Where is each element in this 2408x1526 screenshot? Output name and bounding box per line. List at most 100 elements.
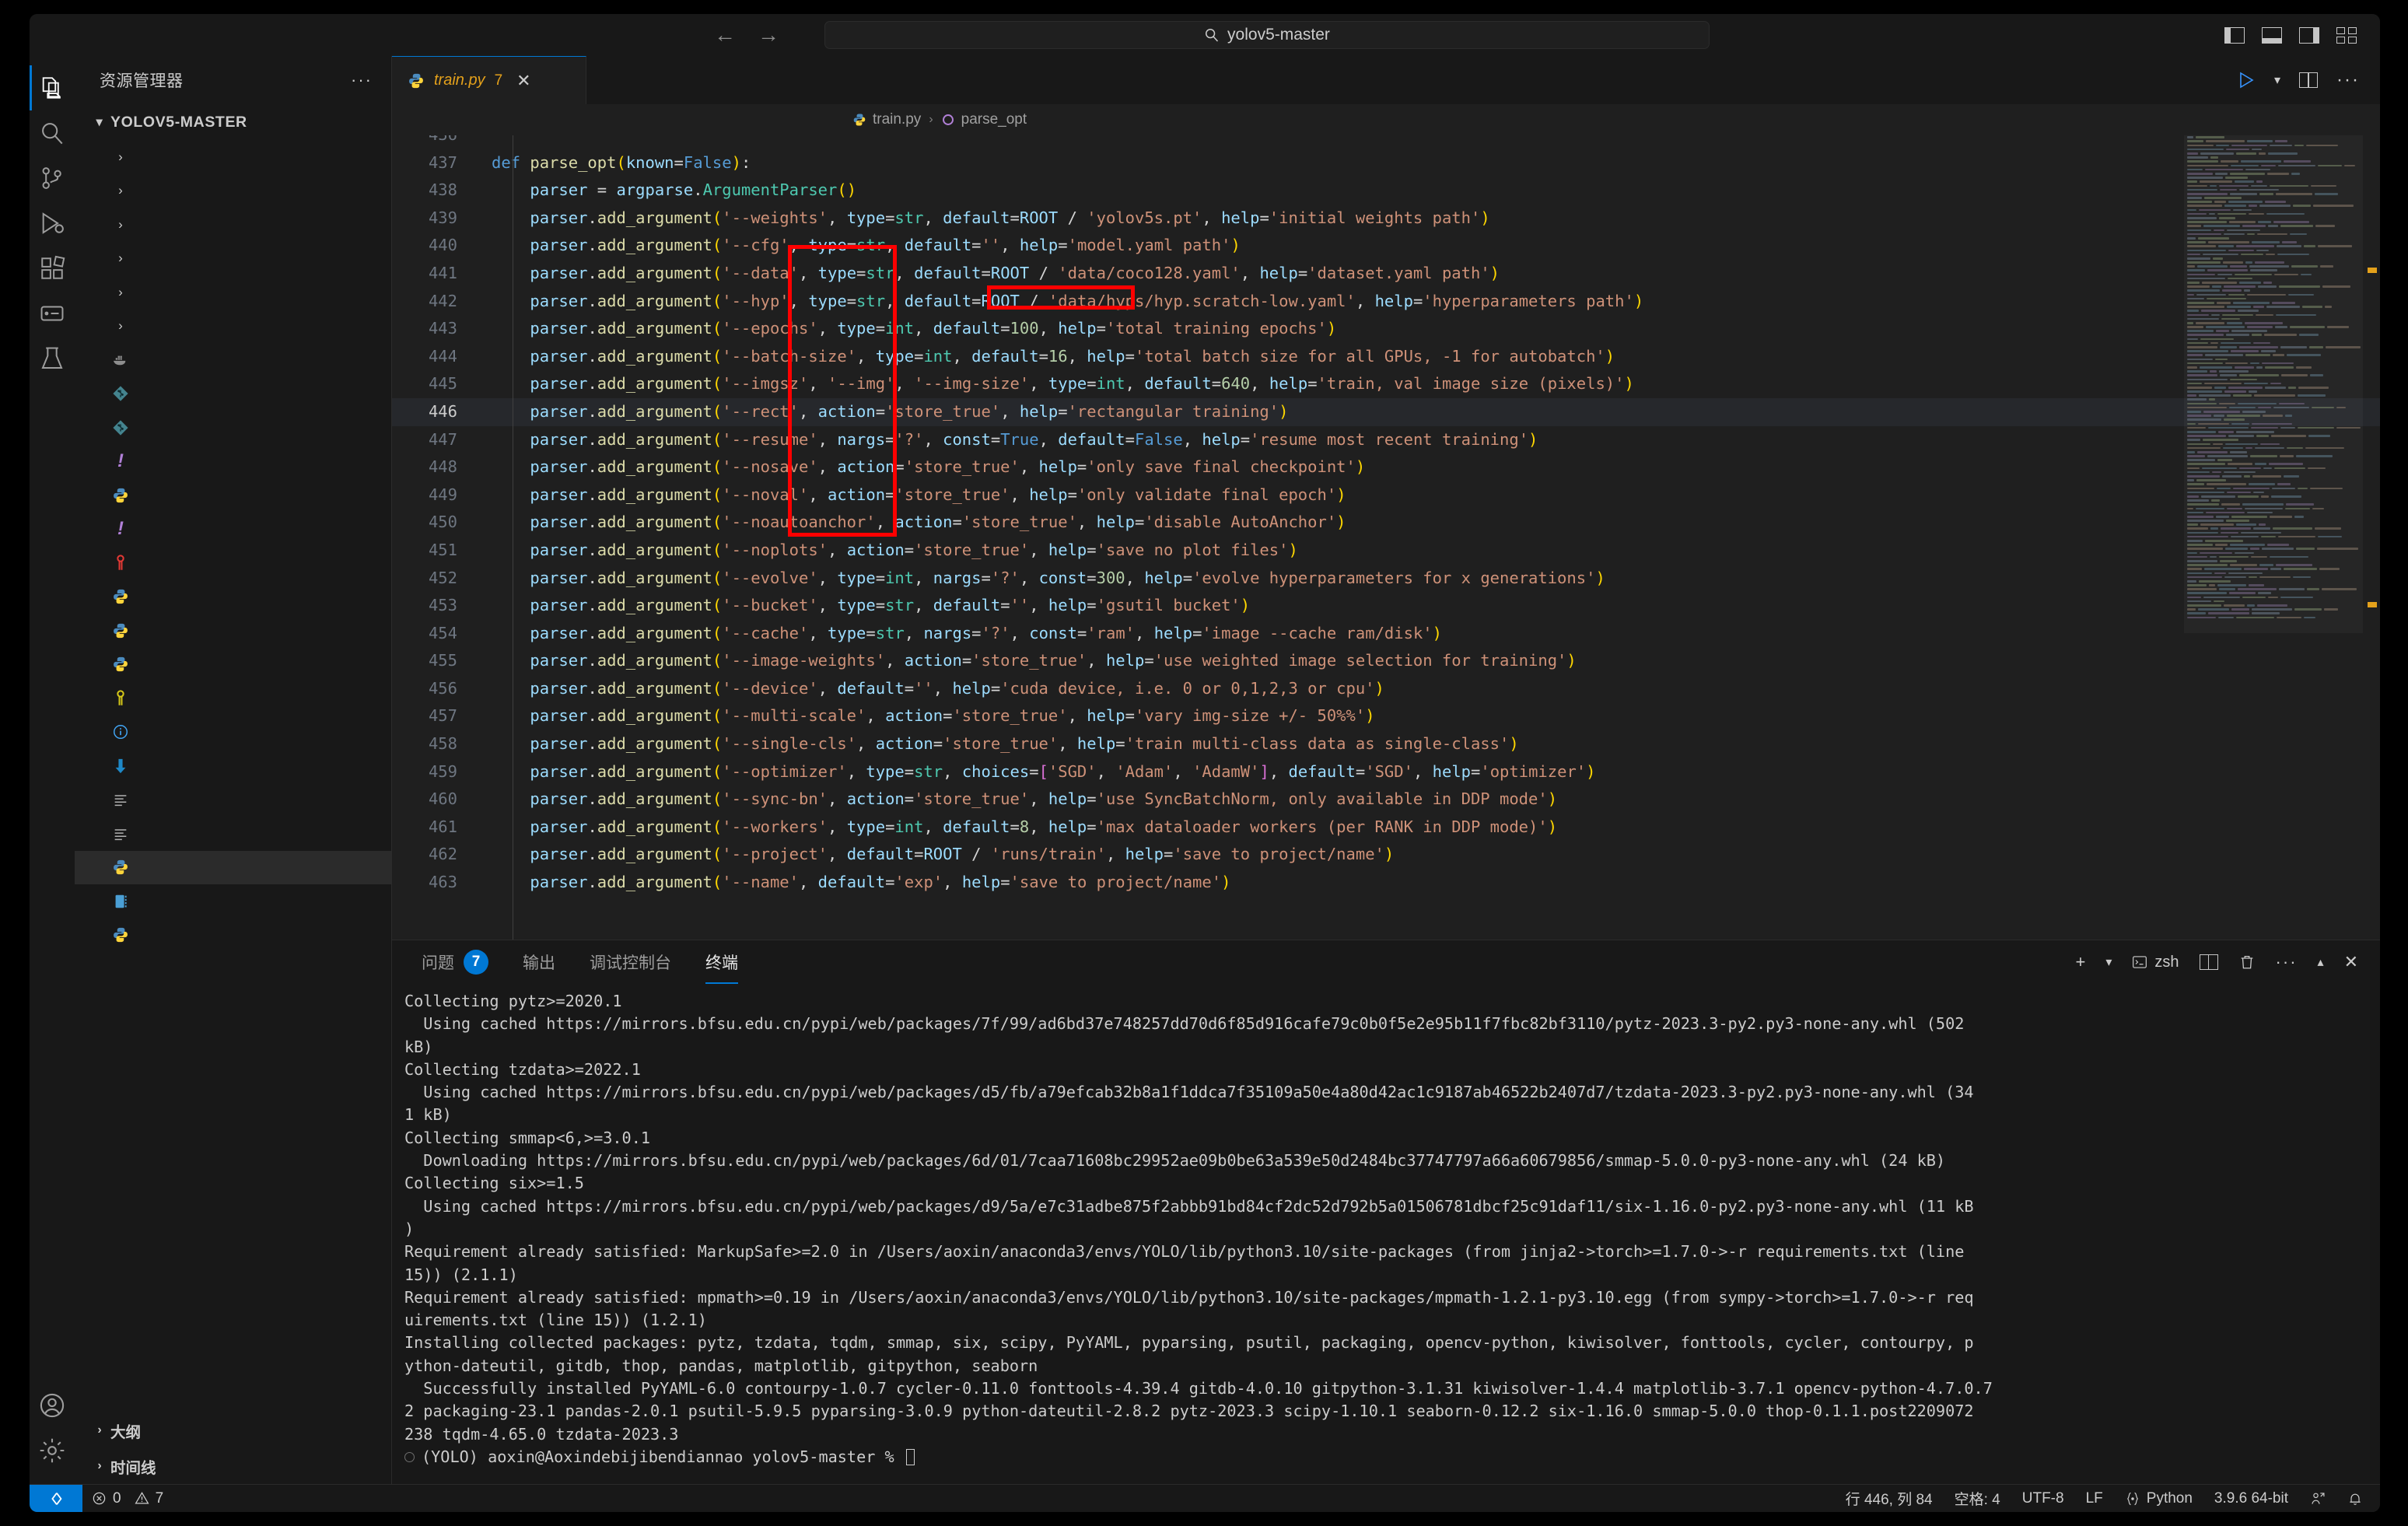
tab-train-py[interactable]: train.py 7 ✕ (392, 56, 586, 104)
trash-icon[interactable] (2238, 954, 2256, 971)
code-line-442[interactable]: 442 parser.add_argument('--hyp', type=st… (392, 288, 2380, 316)
status-eol[interactable]: LF (2075, 1485, 2114, 1513)
line-content[interactable]: parser.add_argument('--workers', type=in… (485, 814, 2380, 842)
line-content[interactable]: def parse_opt(known=False): (485, 149, 2380, 177)
tree-item-models[interactable]: › (75, 242, 391, 276)
line-content[interactable]: parser.add_argument('--epochs', type=int… (485, 315, 2380, 343)
code-line-461[interactable]: 461 parser.add_argument('--workers', typ… (392, 814, 2380, 842)
tree-item-tutorial-ipynb[interactable] (75, 884, 391, 919)
line-content[interactable]: parser.add_argument('--evolve', type=int… (485, 565, 2380, 593)
status-problems[interactable]: 0 7 (82, 1485, 173, 1513)
breadcrumb-item-file[interactable]: train.py (852, 111, 921, 128)
status-language-mode[interactable]: Python (2114, 1485, 2203, 1513)
line-content[interactable]: parser.add_argument('--image-weights', a… (485, 647, 2380, 675)
sidebar-item-explorer[interactable] (30, 65, 75, 110)
code-line-443[interactable]: 443 parser.add_argument('--epochs', type… (392, 315, 2380, 343)
status-encoding[interactable]: UTF-8 (2011, 1485, 2075, 1513)
code-line-438[interactable]: 438 parser = argparse.ArgumentParser() (392, 177, 2380, 205)
customize-layout-icon[interactable] (2336, 26, 2357, 44)
status-notifications[interactable] (2336, 1485, 2380, 1513)
code-editor[interactable]: 436437def parse_opt(known=False):438 par… (392, 135, 2380, 940)
code-line-441[interactable]: 441 parser.add_argument('--data', type=s… (392, 260, 2380, 288)
panel-tab-output[interactable]: 输出 (506, 940, 572, 984)
code-line-447[interactable]: 447 parser.add_argument('--resume', narg… (392, 426, 2380, 454)
status-indentation[interactable]: 空格: 4 (1944, 1485, 2011, 1513)
tree-item-requirements-txt[interactable] (75, 783, 391, 817)
tree-item--pre-commit-config-yaml[interactable]: ! (75, 445, 391, 479)
toggle-panel-icon[interactable] (2262, 26, 2282, 44)
code-line-445[interactable]: 445 parser.add_argument('--imgsz', '--im… (392, 370, 2380, 398)
tree-item--github[interactable]: › (75, 140, 391, 174)
tree-item--gitignore[interactable] (75, 411, 391, 445)
tree-item-val-py[interactable] (75, 919, 391, 953)
sidebar-item-search[interactable] (30, 110, 75, 156)
file-tree[interactable]: › › › › › ›!! (75, 140, 391, 1412)
line-content[interactable]: parser.add_argument('--hyp', type=str, d… (485, 288, 2380, 316)
code-line-462[interactable]: 462 parser.add_argument('--project', def… (392, 841, 2380, 869)
tree-item-benchmarks-py[interactable] (75, 478, 391, 513)
code-line-459[interactable]: 459 parser.add_argument('--optimizer', t… (392, 758, 2380, 786)
sidebar-item-source-control[interactable] (30, 156, 75, 201)
code-line-440[interactable]: 440 parser.add_argument('--cfg', type=st… (392, 232, 2380, 260)
minimap[interactable] (2184, 135, 2363, 940)
line-content[interactable]: parser.add_argument('--data', type=str, … (485, 260, 2380, 288)
line-content[interactable]: parser.add_argument('--cfg', type=str, d… (485, 232, 2380, 260)
code-scroll-container[interactable]: 436437def parse_opt(known=False):438 par… (392, 135, 2380, 940)
chevron-up-icon[interactable]: ▴ (2318, 954, 2324, 970)
tree-item-readme-zh-cn-md[interactable] (75, 749, 391, 783)
status-cursor-position[interactable]: 行 446, 列 84 (1835, 1485, 1944, 1513)
sidebar-item-extensions[interactable] (30, 246, 75, 291)
code-line-451[interactable]: 451 parser.add_argument('--noplots', act… (392, 537, 2380, 565)
code-line-457[interactable]: 457 parser.add_argument('--multi-scale',… (392, 702, 2380, 730)
play-icon[interactable] (2237, 71, 2256, 89)
terminal-view[interactable]: Collecting pytz>=2020.1 Using cached htt… (392, 984, 2380, 1484)
line-content[interactable]: parser.add_argument('--single-cls', acti… (485, 730, 2380, 758)
ellipsis-icon[interactable]: ··· (2336, 69, 2360, 91)
panel-tab-terminal[interactable]: 终端 (688, 940, 755, 984)
terminal-prompt-line[interactable]: (YOLO) aoxin@Aoxindebijibendiannao yolov… (404, 1446, 2380, 1468)
line-content[interactable]: parser.add_argument('--nosave', action='… (485, 453, 2380, 481)
back-icon[interactable]: ← (714, 24, 736, 46)
line-content[interactable]: parser.add_argument('--optimizer', type=… (485, 758, 2380, 786)
code-line-439[interactable]: 439 parser.add_argument('--weights', typ… (392, 205, 2380, 233)
status-feedback[interactable] (2299, 1485, 2336, 1513)
panel-tab-debug-console[interactable]: 调试控制台 (572, 940, 688, 984)
accounts-button[interactable] (30, 1383, 75, 1428)
line-content[interactable]: parser = argparse.ArgumentParser() (485, 177, 2380, 205)
tree-item--dockerignore[interactable] (75, 343, 391, 377)
code-line-449[interactable]: 449 parser.add_argument('--noval', actio… (392, 481, 2380, 509)
breadcrumb-item-symbol[interactable]: parse_opt (941, 111, 1027, 128)
chevron-down-icon[interactable]: ▾ (2274, 72, 2280, 88)
tree-item-citation-cff[interactable]: ! (75, 513, 391, 547)
close-icon[interactable]: ✕ (2344, 952, 2358, 972)
command-center[interactable]: yolov5-master (824, 21, 1710, 49)
split-icon[interactable] (2199, 954, 2218, 970)
line-content[interactable]: parser.add_argument('--device', default=… (485, 675, 2380, 703)
chevron-down-icon[interactable]: ▾ (2105, 954, 2112, 970)
sidebar-section-outline[interactable]: › 大纲 (75, 1412, 391, 1448)
split-editor-icon[interactable] (2299, 72, 2319, 88)
line-content[interactable]: parser.add_argument('--bucket', type=str… (485, 592, 2380, 620)
line-content[interactable]: parser.add_argument('--weights', type=st… (485, 205, 2380, 233)
line-content[interactable]: parser.add_argument('--noautoanchor', ac… (485, 509, 2380, 537)
tree-item-utils[interactable]: › (75, 310, 391, 344)
code-line-452[interactable]: 452 parser.add_argument('--evolve', type… (392, 565, 2380, 593)
terminal-output[interactable]: Collecting pytz>=2020.1 Using cached htt… (398, 990, 2380, 1468)
line-content[interactable]: parser.add_argument('--sync-bn', action=… (485, 786, 2380, 814)
code-line-458[interactable]: 458 parser.add_argument('--single-cls', … (392, 730, 2380, 758)
code-line-437[interactable]: 437 def parse_opt(known=False): (392, 149, 2380, 177)
panel-tab-problems[interactable]: 问题 7 (404, 940, 506, 984)
code-line-455[interactable]: 455 parser.add_argument('--image-weights… (392, 647, 2380, 675)
forward-icon[interactable]: → (758, 24, 779, 46)
tree-item-detect-py[interactable] (75, 580, 391, 614)
tree-item-contributing-md[interactable] (75, 546, 391, 580)
tree-item-segment[interactable]: › (75, 275, 391, 310)
ellipsis-icon[interactable]: ··· (351, 70, 373, 90)
tree-item--gitattributes[interactable] (75, 377, 391, 411)
tree-item-classify[interactable]: › (75, 174, 391, 208)
line-content[interactable]: parser.add_argument('--batch-size', type… (485, 343, 2380, 371)
code-line-450[interactable]: 450 parser.add_argument('--noautoanchor'… (392, 509, 2380, 537)
editor-vertical-scrollbar[interactable] (2363, 135, 2380, 940)
tree-item-train-py[interactable] (75, 850, 391, 884)
line-content[interactable]: parser.add_argument('--resume', nargs='?… (485, 426, 2380, 454)
